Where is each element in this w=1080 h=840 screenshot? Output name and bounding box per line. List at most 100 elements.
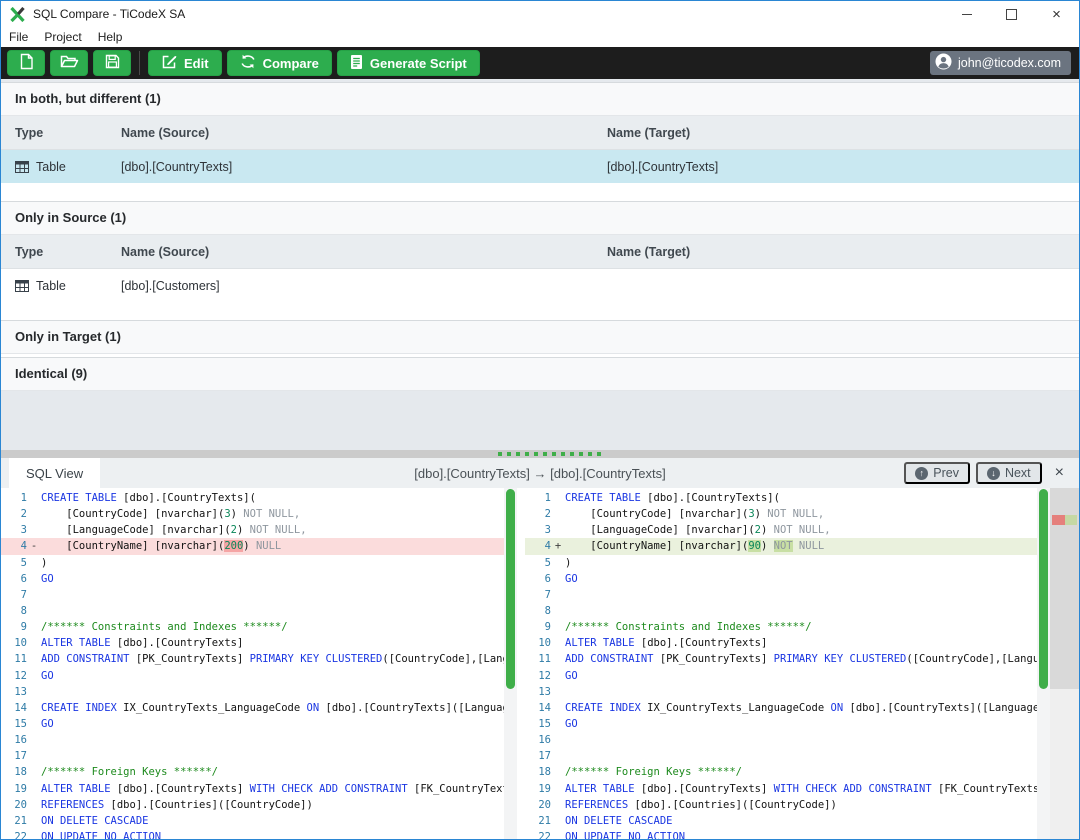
column-header: Type [15,126,121,140]
line-number: 13 [1,684,27,700]
code-line: 9/****** Constraints and Indexes ******/ [525,619,1037,635]
comparison-results-panel: In both, but different (1)TypeName (Sour… [1,79,1079,450]
diff-marker [27,619,41,635]
sql-view-panel: SQL View [dbo].[CountryTexts] → [dbo].[C… [1,458,1079,839]
close-sql-view-button[interactable]: × [1050,464,1069,482]
code-line: 21ON DELETE CASCADE [1,813,504,829]
line-number: 10 [525,635,551,651]
type-cell: Table [15,160,121,174]
line-number: 11 [1,651,27,667]
line-number: 18 [525,764,551,780]
section-header[interactable]: Identical (9) [1,357,1079,391]
target-scrollbar[interactable] [1037,488,1050,839]
diff-marker [27,764,41,780]
line-number: 6 [525,571,551,587]
sql-pane-target[interactable]: 1CREATE TABLE [dbo].[CountryTexts](2 [Co… [517,488,1037,839]
results-section: Identical (9) [1,357,1079,391]
diff-row[interactable]: Table[dbo].[CountryTexts][dbo].[CountryT… [1,150,1079,183]
diff-marker [27,603,41,619]
code-line: 20REFERENCES [dbo].[Countries]([CountryC… [1,797,504,813]
line-number: 4 [1,538,27,554]
line-number: 19 [1,781,27,797]
diff-marker [551,587,565,603]
code-line: 7 [1,587,504,603]
column-header: Name (Source) [121,126,607,140]
generate-script-button[interactable]: Generate Script [337,50,480,76]
diff-marker [27,797,41,813]
code-line: 16 [1,732,504,748]
diff-marker [27,522,41,538]
diff-marker [551,813,565,829]
edit-button[interactable]: Edit [148,50,222,76]
diff-marker [551,571,565,587]
source-scrollbar[interactable] [504,488,517,839]
code-line: 3 [LanguageCode] [nvarchar](2) NOT NULL, [1,522,504,538]
line-number: 5 [1,555,27,571]
line-number: 3 [1,522,27,538]
window-controls: × [944,1,1079,27]
column-header: Name (Target) [607,126,1079,140]
menu-project[interactable]: Project [36,30,89,44]
diff-row[interactable]: Table[dbo].[Customers] [1,269,1079,302]
maximize-button[interactable] [989,1,1034,27]
line-number: 13 [525,684,551,700]
open-project-button[interactable] [50,50,88,76]
user-email-label: john@ticodex.com [958,56,1061,70]
source-name-cell: [dbo].[CountryTexts] [121,160,607,174]
generate-script-button-label: Generate Script [370,56,467,71]
compare-button[interactable]: Compare [227,50,332,76]
code-line: 16 [525,732,1037,748]
type-label: Table [36,279,66,293]
next-label: Next [1005,466,1031,480]
diff-marker [27,684,41,700]
prev-diff-button[interactable]: ↑ Prev [904,462,970,484]
diff-marker [551,829,565,839]
code-line: 15GO [1,716,504,732]
section-body [1,302,1079,320]
horizontal-splitter[interactable] [1,450,1079,458]
diff-marker [551,668,565,684]
column-header: Name (Source) [121,245,607,259]
close-button[interactable]: × [1034,1,1079,27]
code-line: 6GO [525,571,1037,587]
minimize-button[interactable] [944,1,989,27]
line-number: 8 [525,603,551,619]
line-number: 20 [1,797,27,813]
window-title: SQL Compare - TiCodeX SA [33,7,185,21]
save-project-button[interactable] [93,50,131,76]
results-section: In both, but different (1) TypeName (Sour… [1,82,1079,201]
diff-marker [27,732,41,748]
menu-help[interactable]: Help [90,30,131,44]
section-header[interactable]: In both, but different (1) [1,82,1079,116]
section-header[interactable]: Only in Target (1) [1,320,1079,354]
user-account-button[interactable]: john@ticodex.com [930,51,1071,75]
code-line: 18/****** Foreign Keys ******/ [1,764,504,780]
section-header[interactable]: Only in Source (1) [1,201,1079,235]
new-file-button[interactable] [7,50,45,76]
code-line: 22ON UPDATE NO ACTION [1,829,504,839]
line-number: 16 [525,732,551,748]
line-number: 7 [525,587,551,603]
diff-overview-ruler [1050,488,1079,839]
diff-marker [27,716,41,732]
code-line: 6GO [1,571,504,587]
diff-marker [551,764,565,780]
code-line: 14CREATE INDEX IX_CountryTexts_LanguageC… [525,700,1037,716]
target-scrollbar-thumb[interactable] [1039,489,1048,689]
diff-marker [27,813,41,829]
sql-pane-source[interactable]: 1CREATE TABLE [dbo].[CountryTexts](2 [Co… [1,488,504,839]
menu-file[interactable]: File [1,30,36,44]
diff-marker [551,603,565,619]
open-folder-icon [60,54,79,72]
toolbar: Edit Compare Generate Script john@ticode… [1,47,1079,79]
line-number: 14 [525,700,551,716]
diff-marker [27,635,41,651]
tab-sql-view[interactable]: SQL View [9,458,100,488]
line-number: 22 [1,829,27,839]
line-number: 12 [525,668,551,684]
next-diff-button[interactable]: ↓ Next [976,462,1042,484]
code-line: 19ALTER TABLE [dbo].[CountryTexts] WITH … [525,781,1037,797]
diff-marker [27,571,41,587]
source-scrollbar-thumb[interactable] [506,489,515,689]
menubar: File Project Help [1,27,1079,47]
